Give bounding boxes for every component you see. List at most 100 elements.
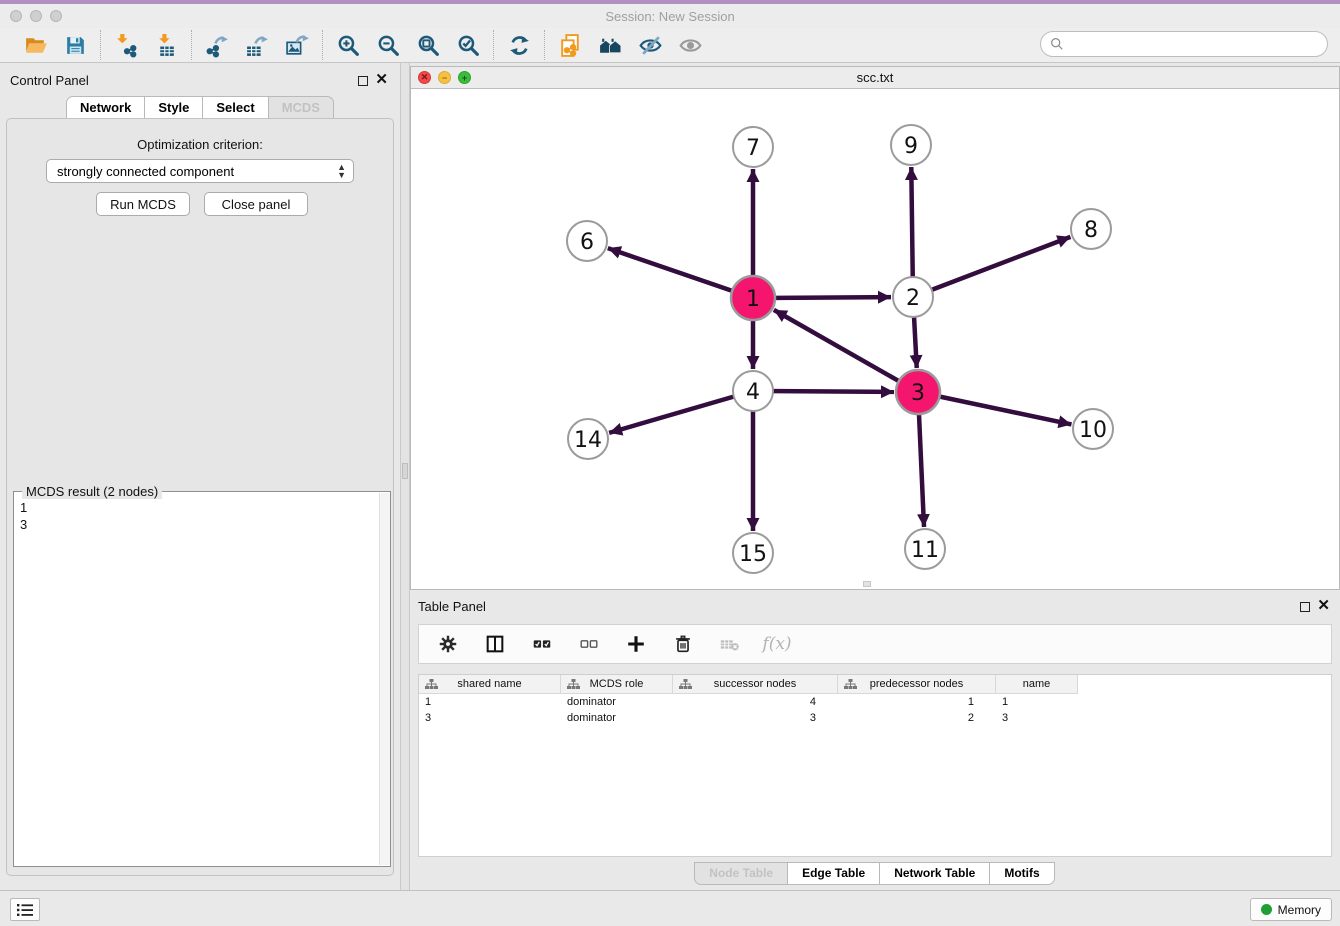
refresh-view-icon[interactable]	[506, 32, 532, 58]
float-table-panel-icon[interactable]	[1300, 602, 1310, 612]
tab-network-table[interactable]: Network Table	[879, 862, 990, 885]
edge-2-8[interactable]	[913, 237, 1070, 297]
table-cell[interactable]: 3	[996, 710, 1078, 726]
attribute-type-icon	[425, 679, 438, 693]
table-cell[interactable]: 3	[419, 710, 561, 726]
delete-column-icon[interactable]	[670, 631, 696, 657]
export-network-icon[interactable]	[204, 32, 230, 58]
table-cell[interactable]: 3	[673, 710, 838, 726]
node-14[interactable]: 14	[568, 419, 608, 459]
mcds-result-node[interactable]: 1	[20, 499, 378, 516]
table-cell[interactable]: 1	[996, 694, 1078, 710]
task-history-button[interactable]	[10, 898, 40, 921]
tab-node-table[interactable]: Node Table	[694, 862, 788, 885]
tab-network[interactable]: Network	[66, 96, 145, 120]
import-table-icon[interactable]	[153, 32, 179, 58]
edge-4-14[interactable]	[609, 391, 753, 433]
column-header-predecessor-nodes[interactable]: predecessor nodes	[838, 675, 996, 694]
close-panel-button[interactable]: Close panel	[204, 192, 308, 216]
select-all-columns-icon[interactable]	[529, 631, 555, 657]
tab-motifs[interactable]: Motifs	[989, 862, 1054, 885]
open-session-icon[interactable]	[22, 32, 48, 58]
control-panel: Control Panel ✕ NetworkStyleSelectMCDS O…	[0, 63, 400, 890]
column-header-shared-name[interactable]: shared name	[419, 675, 561, 694]
search-box[interactable]	[1040, 31, 1328, 57]
node-9[interactable]: 9	[891, 125, 931, 165]
table-cell[interactable]: dominator	[561, 710, 673, 726]
run-mcds-button[interactable]: Run MCDS	[96, 192, 190, 216]
panel-splitter[interactable]	[400, 63, 410, 890]
export-image-icon[interactable]	[284, 32, 310, 58]
close-panel-icon[interactable]: ✕	[375, 72, 388, 88]
criterion-value: strongly connected component	[57, 164, 234, 179]
svg-text:2: 2	[906, 286, 920, 311]
tab-select[interactable]: Select	[202, 96, 268, 120]
table-cell[interactable]: 4	[673, 694, 838, 710]
node-10[interactable]: 10	[1073, 409, 1113, 449]
toggle-column-pane-icon[interactable]	[482, 631, 508, 657]
close-window-icon[interactable]	[10, 10, 22, 22]
result-scrollbar[interactable]	[379, 493, 390, 865]
node-3[interactable]: 3	[896, 370, 940, 414]
node-8[interactable]: 8	[1071, 209, 1111, 249]
node-6[interactable]: 6	[567, 221, 607, 261]
network-canvas[interactable]: 7 9 6 8 1 2 4 3 14 10 15 11	[411, 89, 1339, 589]
network-resize-handle[interactable]	[863, 581, 871, 587]
table-header-row: shared nameMCDS rolesuccessor nodesprede…	[419, 675, 1331, 694]
zoom-selected-icon[interactable]	[455, 32, 481, 58]
column-header-successor-nodes[interactable]: successor nodes	[673, 675, 838, 694]
column-header-MCDS-role[interactable]: MCDS role	[561, 675, 673, 694]
table-cell[interactable]: 1	[838, 694, 996, 710]
export-table-icon[interactable]	[244, 32, 270, 58]
tab-edge-table[interactable]: Edge Table	[787, 862, 880, 885]
svg-text:10: 10	[1079, 418, 1107, 443]
zoom-fit-icon[interactable]	[415, 32, 441, 58]
table-row[interactable]: 1dominator411	[419, 694, 1331, 710]
table-cell[interactable]: dominator	[561, 694, 673, 710]
edge-3-10[interactable]	[918, 392, 1071, 424]
splitter-handle[interactable]	[402, 463, 408, 479]
table-row[interactable]: 3dominator323	[419, 710, 1331, 726]
edge-3-1[interactable]	[774, 310, 918, 392]
node-7[interactable]: 7	[733, 127, 773, 167]
table-cell[interactable]: 1	[419, 694, 561, 710]
svg-text:15: 15	[739, 542, 767, 567]
table-panel-title: Table Panel	[418, 599, 486, 614]
import-network-icon[interactable]	[113, 32, 139, 58]
mcds-result-node[interactable]: 3	[20, 516, 378, 533]
tab-style[interactable]: Style	[144, 96, 203, 120]
new-network-from-selection-icon[interactable]	[557, 32, 583, 58]
show-all-icon[interactable]	[677, 32, 703, 58]
node-1[interactable]: 1	[731, 276, 775, 320]
table-mode-gear-icon[interactable]	[435, 631, 461, 657]
maximize-window-icon[interactable]	[50, 10, 62, 22]
node-4[interactable]: 4	[733, 371, 773, 411]
deselect-all-columns-icon[interactable]	[576, 631, 602, 657]
save-session-icon[interactable]	[62, 32, 88, 58]
first-neighbors-icon[interactable]	[597, 32, 623, 58]
zoom-in-icon[interactable]	[335, 32, 361, 58]
edge-4-3[interactable]	[753, 391, 894, 392]
add-column-icon[interactable]	[623, 631, 649, 657]
mcds-result-list[interactable]: 13	[14, 495, 378, 863]
minimize-window-icon[interactable]	[30, 10, 42, 22]
tab-mcds[interactable]: MCDS	[268, 96, 334, 120]
control-panel-tabs: NetworkStyleSelectMCDS	[0, 96, 400, 120]
node-15[interactable]: 15	[733, 533, 773, 573]
hide-selected-icon[interactable]	[637, 32, 663, 58]
table-cell[interactable]: 2	[838, 710, 996, 726]
close-table-panel-icon[interactable]: ✕	[1317, 598, 1330, 614]
node-2[interactable]: 2	[893, 277, 933, 317]
column-header-name[interactable]: name	[996, 675, 1078, 694]
zoom-out-icon[interactable]	[375, 32, 401, 58]
svg-text:1: 1	[746, 287, 760, 312]
float-panel-icon[interactable]	[358, 76, 368, 86]
search-input[interactable]	[1069, 37, 1309, 52]
svg-text:4: 4	[746, 380, 760, 405]
toolbar-group	[101, 32, 191, 58]
memory-button[interactable]: Memory	[1250, 898, 1332, 921]
control-panel-header: Control Panel ✕	[0, 69, 400, 93]
network-window-titlebar[interactable]: ✕ − + scc.txt	[411, 67, 1339, 89]
criterion-select[interactable]: strongly connected component ▲▼	[46, 159, 354, 183]
node-11[interactable]: 11	[905, 529, 945, 569]
